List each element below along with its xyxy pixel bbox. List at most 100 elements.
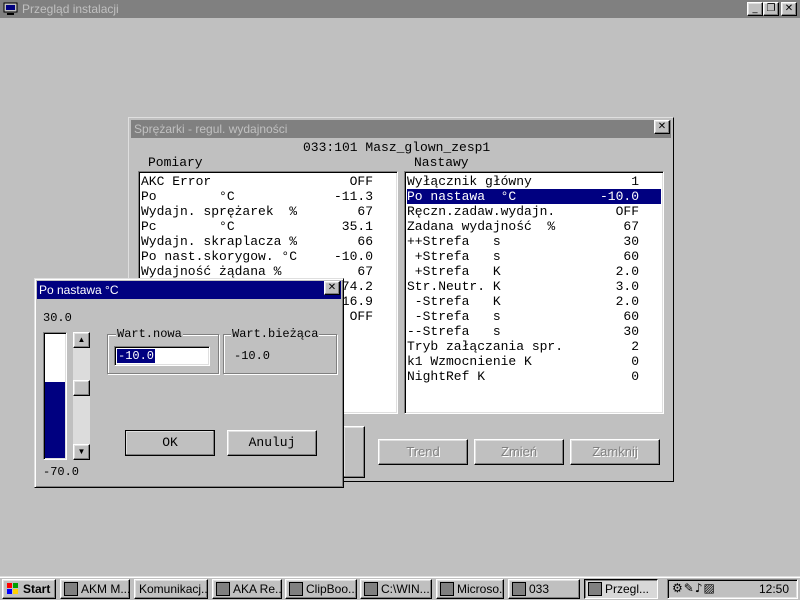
settings-list[interactable]: Wyłącznik główny 1 Po nastawa °C -10.0 Ręczn… [404, 171, 664, 414]
gear-icon [512, 582, 526, 596]
settings-value: 3.0 [615, 279, 639, 294]
current-value-label: Wart.bieżąca [231, 327, 320, 341]
taskbar-button-label: C:\WIN... [381, 582, 430, 596]
taskbar-button[interactable]: ClipBoo... [285, 579, 357, 599]
windows-logo-icon [7, 583, 18, 594]
settings-label: Str.Neutr. K [407, 279, 501, 294]
settings-value: 1 [631, 174, 639, 189]
tray-monitor-icon[interactable]: ▨ [704, 581, 716, 595]
settings-row[interactable]: --Strefa s 30 [407, 324, 661, 339]
settings-value: -10.0 [599, 189, 639, 204]
measurements-value: -10.0 [333, 249, 373, 264]
measurements-value: 66 [357, 234, 373, 249]
settings-label: ++Strefa s [407, 234, 501, 249]
measurements-header: Pomiary [148, 155, 203, 170]
settings-row[interactable]: Tryb załączania spr. 2 [407, 339, 661, 354]
start-button[interactable]: Start [2, 579, 56, 599]
settings-label: -Strefa s [407, 309, 501, 324]
main-window-titlebar[interactable]: Przegląd instalacji [0, 0, 800, 18]
settings-label: -Strefa K [407, 294, 501, 309]
measurements-value: OFF [349, 174, 373, 189]
measurements-row[interactable]: Wydajność żądana % 67 [141, 264, 395, 279]
measurements-row[interactable]: AKC Error OFF [141, 174, 395, 189]
scroll-thumb[interactable] [73, 380, 90, 396]
compressor-close-icon[interactable]: ✕ [654, 120, 670, 134]
taskbar-button-label: ClipBoo... [306, 582, 357, 596]
measurements-row[interactable]: Wydajn. skraplacza % 66 [141, 234, 395, 249]
current-value-group: Wart.bieżąca -10.0 [223, 327, 337, 374]
settings-row[interactable]: Str.Neutr. K 3.0 [407, 279, 661, 294]
taskbar-button[interactable]: AKA Re... [212, 579, 282, 599]
taskbar-button[interactable]: AKM M... [60, 579, 130, 599]
settings-value: 2 [631, 339, 639, 354]
measurements-label: Wydajn. sprężarek % [141, 204, 298, 219]
trend-button[interactable]: Trend [378, 439, 468, 465]
slider-max-label: 30.0 [43, 311, 72, 325]
close-window-button[interactable]: Zamknij [570, 439, 660, 465]
ok-button[interactable]: OK [125, 430, 215, 456]
level-indicator [43, 332, 67, 460]
scroll-down-icon[interactable]: ▼ [73, 444, 90, 460]
measurements-row[interactable]: Po nast.skorygow. °C -10.0 [141, 249, 395, 264]
compressor-window-title: Sprężarki - regul. wydajności [134, 122, 288, 136]
current-value-text: -10.0 [234, 349, 271, 363]
setpoint-scrollbar[interactable]: ▲ ▼ [73, 332, 90, 460]
measurements-value: 74.2 [341, 279, 373, 294]
compressor-window-titlebar[interactable]: Sprężarki - regul. wydajności [131, 120, 671, 138]
settings-row[interactable]: Zadana wydajność % 67 [407, 219, 661, 234]
measurements-value: OFF [349, 309, 373, 324]
settings-row[interactable]: Ręczn.zadaw.wydajn. OFF [407, 204, 661, 219]
tray-network-icon[interactable]: ⚙ [672, 581, 684, 595]
cancel-button[interactable]: Anuluj [227, 430, 317, 456]
settings-row[interactable]: k1 Wzmocnienie K 0 [407, 354, 661, 369]
close-button[interactable]: ✕ [781, 2, 797, 16]
settings-row[interactable]: NightRef K 0 [407, 369, 661, 384]
measurements-value: -11.3 [333, 189, 373, 204]
settings-row[interactable]: ++Strefa s 30 [407, 234, 661, 249]
tray-icons[interactable]: ⚙✎♪▨ [672, 581, 716, 595]
folder-icon [364, 582, 378, 596]
settings-row[interactable]: +Strefa s 60 [407, 249, 661, 264]
settings-row[interactable]: Wyłącznik główny 1 [407, 174, 661, 189]
settings-label: NightRef K [407, 369, 486, 384]
taskbar-button[interactable]: C:\WIN... [360, 579, 432, 599]
taskbar-button[interactable]: Komunikacj... [134, 579, 208, 599]
main-window: Przegląd instalacji _ ❐ ✕ Sprężarki - re… [0, 0, 800, 576]
clock[interactable]: 12:50 [759, 582, 789, 596]
settings-row[interactable]: -Strefa s 60 [407, 309, 661, 324]
measurements-label: Pc °C [141, 219, 235, 234]
taskbar-button-label: AKM M... [81, 582, 130, 596]
partial-button[interactable] [343, 426, 365, 478]
taskbar-button[interactable]: Przegl... [584, 579, 658, 599]
taskbar-button[interactable]: Microso... [436, 579, 504, 599]
restore-button[interactable]: ❐ [763, 2, 779, 16]
monitor-icon [64, 582, 78, 596]
setpoint-dialog-titlebar[interactable]: Po nastawa °C [37, 281, 341, 299]
app-icon[interactable] [3, 2, 18, 16]
measurements-row[interactable]: Wydajn. sprężarek % 67 [141, 204, 395, 219]
tray-pen-icon[interactable]: ✎ [684, 581, 695, 595]
settings-label: Ręczn.zadaw.wydajn. [407, 204, 556, 219]
minimize-button[interactable]: _ [747, 2, 763, 16]
tray-volume-icon[interactable]: ♪ [695, 581, 704, 595]
measurements-row[interactable]: Pc °C 35.1 [141, 219, 395, 234]
new-value-text: -10.0 [117, 349, 156, 363]
settings-label: +Strefa s [407, 249, 501, 264]
taskbar-button[interactable]: 033 [508, 579, 580, 599]
measurements-value: 35.1 [341, 219, 373, 234]
scroll-up-icon[interactable]: ▲ [73, 332, 90, 348]
settings-label: Po nastawa °C [407, 189, 517, 204]
app-icon [588, 582, 602, 596]
change-button[interactable]: Zmień [474, 439, 564, 465]
settings-row[interactable]: -Strefa K 2.0 [407, 294, 661, 309]
settings-value: 0 [631, 354, 639, 369]
taskbar: Start AKM M... Komunikacj... AKA Re... Clip… [0, 576, 800, 600]
settings-value: 30 [623, 234, 639, 249]
settings-row[interactable]: Po nastawa °C -10.0 [407, 189, 661, 204]
measurements-row[interactable]: Po °C -11.3 [141, 189, 395, 204]
dialog-close-icon[interactable]: ✕ [324, 281, 340, 295]
new-value-input[interactable]: -10.0 [114, 346, 210, 366]
controller-address: 033:101 Masz_glown_zesp1 [303, 140, 491, 155]
measurements-label: Wydajn. skraplacza % [141, 234, 298, 249]
settings-row[interactable]: +Strefa K 2.0 [407, 264, 661, 279]
